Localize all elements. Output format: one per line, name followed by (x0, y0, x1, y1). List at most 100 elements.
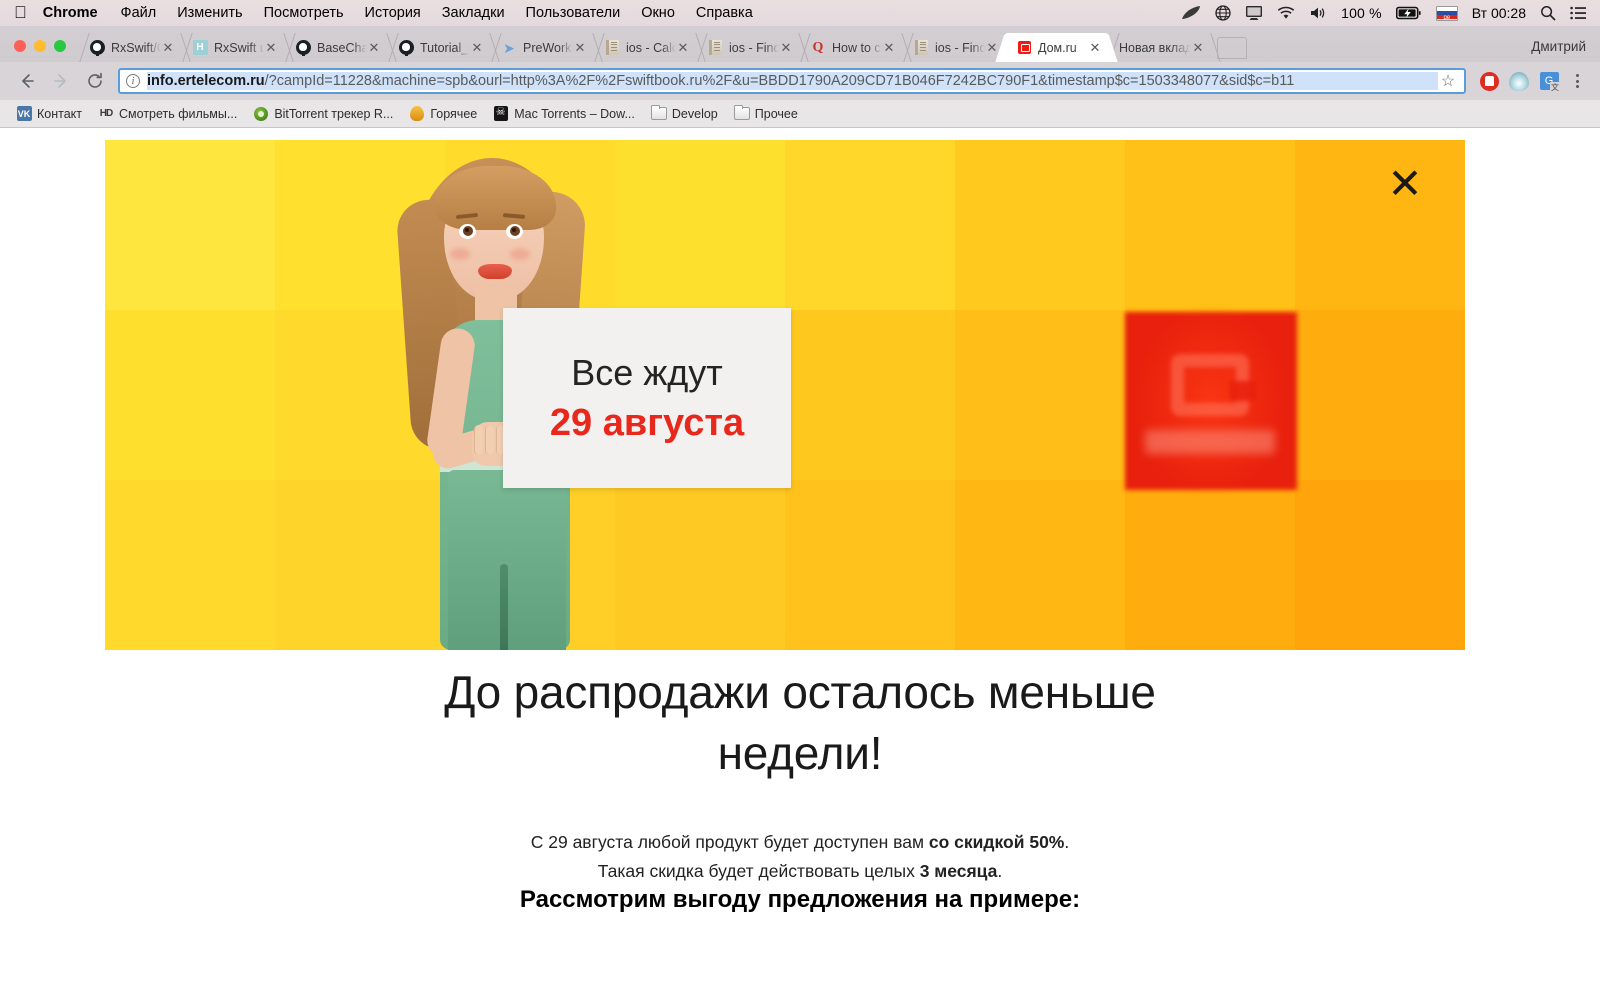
menu-item-view[interactable]: Посмотреть (264, 5, 344, 21)
menu-app-name[interactable]: Chrome (43, 5, 98, 21)
wifi-icon[interactable] (1277, 6, 1295, 20)
menu-item-window[interactable]: Окно (641, 5, 675, 21)
telegram-icon: ➤ (503, 39, 515, 56)
url-path: /?campId=11228&machine=spb&ourl=http%3A%… (264, 73, 1295, 89)
new-tab-button[interactable] (1217, 37, 1247, 59)
hd-icon: HD (99, 108, 113, 119)
bookmark-item[interactable]: Mac Torrents – Dow... (485, 104, 643, 124)
globe-icon[interactable] (1215, 5, 1231, 21)
bookmark-item[interactable]: BitTorrent трекер R... (245, 104, 401, 124)
menu-item-help[interactable]: Справка (696, 5, 753, 21)
hero-tile-2-0 (105, 480, 275, 650)
sign-line-1: Все ждут (571, 351, 723, 393)
bookmark-folder[interactable]: Прочее (726, 104, 806, 124)
minimize-window-button[interactable] (34, 40, 46, 52)
tab-title: RxSwift/Ge (111, 40, 161, 55)
browser-tab[interactable]: Новая вкладк ✕ (1108, 33, 1211, 62)
tab-close-icon[interactable]: ✕ (264, 41, 278, 54)
tab-close-icon[interactable]: ✕ (779, 41, 793, 54)
water-drop-icon[interactable] (1504, 66, 1534, 96)
promo-subtext: С 29 августа любой продукт будет доступе… (0, 828, 1600, 886)
tab-list: RxSwift/Ge ✕ H RxSwift шп ✕ BaseChatV ✕ … (78, 33, 1513, 62)
bookmark-label: Прочее (754, 106, 798, 121)
tab-close-icon[interactable]: ✕ (470, 41, 484, 54)
back-button[interactable] (10, 66, 44, 96)
browser-tab-active[interactable]: Дом.ru ✕ (1005, 33, 1108, 62)
spotlight-search-icon[interactable] (1540, 5, 1556, 21)
menu-item-file[interactable]: Файл (121, 5, 157, 21)
browser-tab[interactable]: RxSwift/Ge ✕ (78, 33, 181, 62)
page-info-icon[interactable]: i (126, 74, 140, 88)
close-window-button[interactable] (14, 40, 26, 52)
bookmark-item[interactable]: Горячее (401, 104, 485, 124)
tab-title: PreWorking (523, 40, 573, 55)
browser-tab[interactable]: BaseChatV ✕ (284, 33, 387, 62)
feather-icon[interactable] (1181, 5, 1201, 21)
tab-close-icon[interactable]: ✕ (367, 41, 381, 54)
tab-close-icon[interactable]: ✕ (882, 41, 896, 54)
menu-item-edit[interactable]: Изменить (177, 5, 242, 21)
section-subtitle: Рассмотрим выгоду предложения на примере… (519, 886, 1081, 914)
quora-icon: Q (812, 39, 824, 55)
browser-tab[interactable]: ios - Findin ✕ (902, 33, 1005, 62)
address-bar-url[interactable]: info.ertelecom.ru/?campId=11228&machine=… (147, 72, 1438, 90)
volume-icon[interactable] (1309, 6, 1327, 20)
browser-tab[interactable]: Q How to cre ✕ (799, 33, 902, 62)
promo-hero-banner: ✕ Все ждут 29 августа (105, 140, 1465, 650)
chrome-window: RxSwift/Ge ✕ H RxSwift шп ✕ BaseChatV ✕ … (0, 26, 1600, 997)
menu-item-history[interactable]: История (365, 5, 421, 21)
tab-close-icon[interactable]: ✕ (985, 41, 999, 54)
menu-item-bookmarks[interactable]: Закладки (442, 5, 505, 21)
stackoverflow-book-icon (707, 40, 723, 56)
hero-tile-1-5 (955, 310, 1125, 480)
hero-tile-2-6 (1125, 480, 1295, 650)
chrome-menu-icon[interactable] (1564, 74, 1590, 88)
close-banner-button[interactable]: ✕ (1383, 162, 1427, 206)
subtext-2-post: . (997, 861, 1003, 882)
hero-tile-1-0 (105, 310, 275, 480)
profile-name-label[interactable]: Дмитрий (1531, 39, 1586, 62)
reload-button[interactable] (78, 66, 112, 96)
browser-tab[interactable]: H RxSwift шп ✕ (181, 33, 284, 62)
hero-tile-0-3 (615, 140, 785, 310)
display-icon[interactable] (1245, 5, 1263, 21)
bookmark-label: Develop (671, 106, 718, 121)
tab-close-icon[interactable]: ✕ (573, 41, 587, 54)
maximize-window-button[interactable] (54, 40, 66, 52)
menubar-clock[interactable]: Вт 00:28 (1472, 5, 1526, 21)
notification-center-icon[interactable] (1570, 6, 1586, 20)
address-bar[interactable]: i info.ertelecom.ru/?campId=11228&machin… (118, 68, 1466, 94)
bookmark-item[interactable]: VK Контакт (8, 104, 90, 124)
input-language-flag-icon[interactable]: ре (1435, 5, 1458, 21)
tab-close-icon[interactable]: ✕ (1191, 41, 1205, 54)
bookmark-label: Горячее (430, 106, 478, 121)
apple-icon[interactable]:  (14, 4, 27, 21)
browser-tab[interactable]: Tutorial_Se ✕ (387, 33, 490, 62)
battery-charging-icon[interactable] (1395, 6, 1422, 20)
hero-tile-0-6 (1125, 140, 1295, 310)
hero-tile-2-7 (1295, 480, 1465, 650)
menu-item-people[interactable]: Пользователи (526, 5, 621, 21)
vk-icon: VK (16, 106, 32, 122)
tab-close-icon[interactable]: ✕ (676, 41, 690, 54)
forward-button[interactable] (44, 66, 78, 96)
browser-tab[interactable]: ios - Calcu ✕ (593, 33, 696, 62)
subtext-2-pre: Такая скидка будет действовать целых (597, 861, 920, 882)
tab-close-icon[interactable]: ✕ (1088, 41, 1102, 54)
hero-tile-2-3 (615, 480, 785, 650)
tab-title: Новая вкладк (1119, 40, 1191, 55)
url-domain: info.ertelecom.ru (147, 73, 265, 89)
bookmark-label: Смотреть фильмы... (119, 106, 238, 121)
bookmark-folder[interactable]: Develop (643, 104, 726, 124)
tab-title: RxSwift шп (214, 40, 264, 55)
browser-tab[interactable]: ios - Findin ✕ (696, 33, 799, 62)
bookmark-star-icon[interactable]: ☆ (1438, 71, 1458, 91)
tab-title: ios - Findin (935, 40, 985, 55)
google-translate-icon[interactable]: G (1534, 66, 1564, 96)
tab-close-icon[interactable]: ✕ (161, 41, 175, 54)
adblock-icon[interactable] (1474, 66, 1504, 96)
domru-logo (1125, 306, 1297, 496)
habr-icon: H (192, 40, 208, 56)
browser-tab[interactable]: ➤ PreWorking ✕ (490, 33, 593, 62)
bookmark-item[interactable]: HD Смотреть фильмы... (90, 104, 245, 124)
